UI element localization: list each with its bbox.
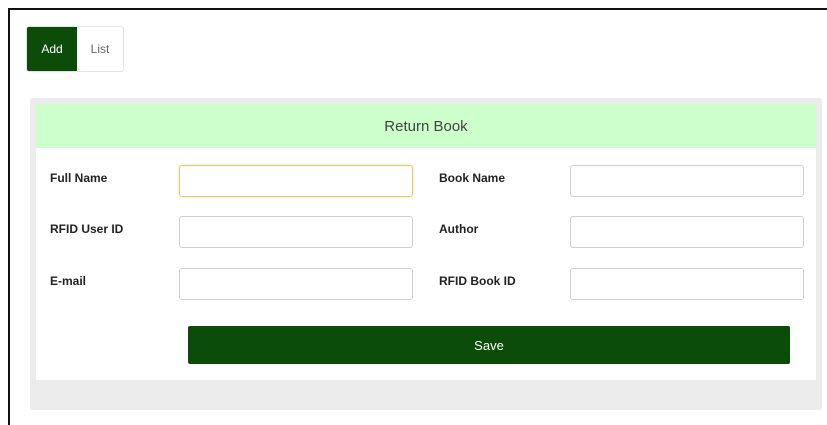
author-input[interactable] <box>570 216 804 248</box>
author-label: Author <box>439 222 479 236</box>
full-name-input[interactable] <box>179 165 413 197</box>
full-name-label: Full Name <box>50 171 108 185</box>
tab-group: Add List <box>26 26 124 72</box>
rfid-user-id-input[interactable] <box>179 216 413 248</box>
email-label: E-mail <box>50 274 87 288</box>
tab-add[interactable]: Add <box>27 27 77 71</box>
email-input[interactable] <box>179 268 413 300</box>
form-title: Return Book <box>36 104 816 148</box>
rfid-user-id-label: RFID User ID <box>50 222 124 236</box>
save-button[interactable]: Save <box>188 326 790 364</box>
rfid-book-id-label: RFID Book ID <box>439 274 516 288</box>
book-name-input[interactable] <box>570 165 804 197</box>
book-name-label: Book Name <box>439 171 506 185</box>
rfid-book-id-input[interactable] <box>570 268 804 300</box>
tab-list[interactable]: List <box>77 27 123 71</box>
return-book-form: Return Book Full Name RFID User ID E-mai… <box>36 104 816 380</box>
